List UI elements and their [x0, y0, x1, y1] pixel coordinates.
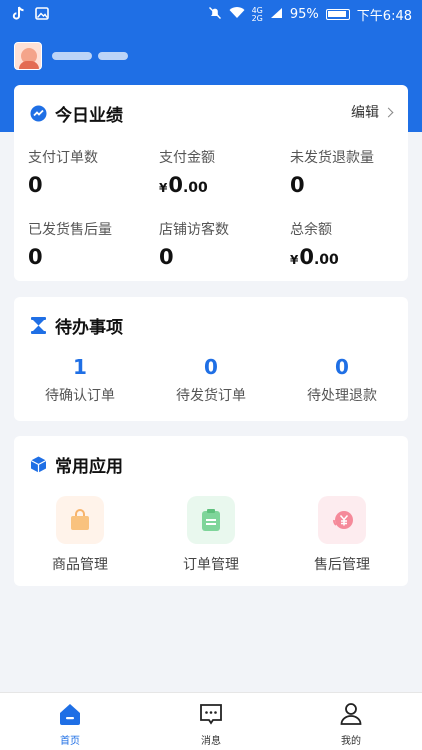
todo-label: 待处理退款 [307, 388, 377, 404]
signal-icon [270, 7, 283, 23]
app-label: 商品管理 [52, 557, 108, 573]
shopping-bag-icon [56, 496, 104, 544]
user-row[interactable] [14, 42, 162, 70]
performance-title: 今日业绩 [30, 101, 123, 126]
currency-symbol: ¥ [159, 181, 168, 195]
stat-paid-orders: 支付订单数 0 [28, 147, 148, 197]
tab-me[interactable]: 我的 [311, 701, 391, 747]
stat-paid-amount: 支付金额 ¥0.00 [159, 147, 279, 197]
tiktok-icon [12, 6, 25, 25]
todo-pending-confirm[interactable]: 1 待确认订单 [20, 355, 140, 405]
todo-card: 待办事项 1 待确认订单 0 待发货订单 0 待处理退款 [14, 297, 408, 421]
stat-label: 支付金额 [159, 150, 215, 166]
stat-total-balance: 总余额 ¥0.00 [290, 219, 410, 269]
performance-title-text: 今日业绩 [55, 106, 123, 126]
network-type: 4G 2G [251, 6, 263, 23]
trend-icon [30, 105, 47, 122]
user-name-redacted [52, 50, 162, 62]
bottom-tab-bar: 首页 消息 我的 [0, 692, 422, 750]
apps-title-text: 常用应用 [55, 457, 123, 477]
tab-label: 我的 [341, 736, 361, 747]
avatar[interactable] [14, 42, 42, 70]
stat-label: 已发货售后量 [28, 222, 112, 238]
user-icon [311, 701, 391, 727]
wifi-icon [229, 6, 245, 23]
status-bar: 4G 2G 95% 下午6:48 [0, 0, 422, 28]
edit-label: 编辑 [351, 105, 379, 121]
stat-label: 支付订单数 [28, 150, 98, 166]
amount-decimal: .00 [182, 180, 208, 196]
tab-label: 首页 [60, 736, 80, 747]
message-icon [171, 701, 251, 727]
edit-button[interactable]: 编辑 [351, 102, 394, 122]
app-label: 售后管理 [314, 557, 370, 573]
stat-value: ¥0.00 [290, 245, 410, 269]
todo-title-text: 待办事项 [55, 318, 123, 338]
todo-pending-refund[interactable]: 0 待处理退款 [282, 355, 402, 405]
todo-pending-ship[interactable]: 0 待发货订单 [151, 355, 271, 405]
common-apps-card: 常用应用 商品管理 订单管理 售后管理 [14, 436, 408, 586]
tab-messages[interactable]: 消息 [171, 701, 251, 747]
battery-percent: 95% [289, 7, 319, 22]
refund-yen-icon [318, 496, 366, 544]
stat-value: 0 [290, 173, 305, 197]
stat-value: 0 [28, 173, 43, 197]
stat-label: 未发货退款量 [290, 150, 374, 166]
clipboard-icon [187, 496, 235, 544]
amount-decimal: .00 [313, 252, 339, 268]
hourglass-icon [30, 317, 47, 334]
tab-home[interactable]: 首页 [30, 701, 110, 747]
todo-title: 待办事项 [30, 313, 123, 338]
tab-label: 消息 [201, 736, 221, 747]
amount-integer: 0 [168, 173, 183, 197]
todo-label: 待确认订单 [45, 388, 115, 404]
today-performance-card: 今日业绩 编辑 支付订单数 0 支付金额 ¥0.00 未发货退款量 0 已发货售… [14, 85, 408, 281]
chevron-right-icon [383, 107, 394, 117]
stat-value: 0 [159, 245, 174, 269]
stat-shipped-aftersale: 已发货售后量 0 [28, 219, 148, 269]
stat-label: 店铺访客数 [159, 222, 229, 238]
todo-count: 0 [335, 355, 349, 379]
app-aftersale-management[interactable]: 售后管理 [282, 496, 402, 574]
stat-value: ¥0.00 [159, 173, 279, 197]
clock: 下午6:48 [356, 9, 412, 24]
stat-unshipped-refunds: 未发货退款量 0 [290, 147, 410, 197]
stat-label: 总余额 [290, 222, 332, 238]
app-label: 订单管理 [183, 557, 239, 573]
home-icon [30, 701, 110, 727]
stat-value: 0 [28, 245, 43, 269]
apps-title: 常用应用 [30, 452, 123, 477]
amount-integer: 0 [299, 245, 314, 269]
network-type-bottom: 2G [251, 13, 263, 23]
cube-icon [30, 456, 47, 473]
stat-store-visitors: 店铺访客数 0 [159, 219, 279, 269]
mute-icon [208, 6, 222, 24]
app-product-management[interactable]: 商品管理 [20, 496, 140, 574]
currency-symbol: ¥ [290, 253, 299, 267]
todo-count: 0 [204, 355, 218, 379]
todo-label: 待发货订单 [176, 388, 246, 404]
gallery-icon [35, 7, 49, 24]
todo-count: 1 [73, 355, 87, 379]
battery-icon [325, 9, 350, 20]
app-order-management[interactable]: 订单管理 [151, 496, 271, 574]
